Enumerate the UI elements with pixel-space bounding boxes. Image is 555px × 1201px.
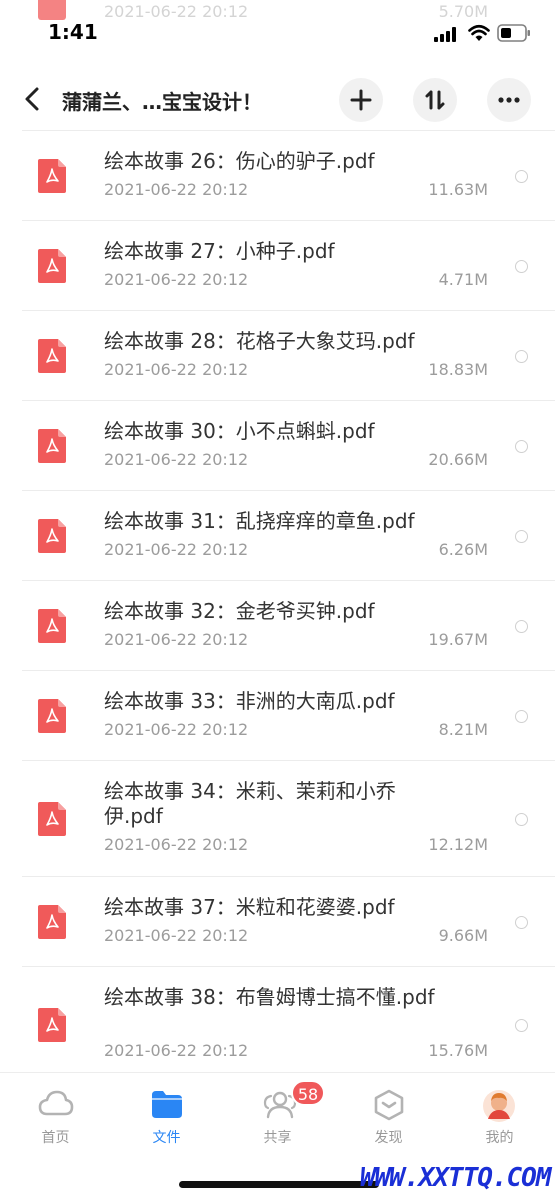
more-dots-icon <box>498 97 520 103</box>
file-size: 11.63M <box>428 180 488 199</box>
file-date: 2021-06-22 20:12 <box>104 630 249 649</box>
more-button[interactable] <box>487 78 531 122</box>
share-count-badge: 58 <box>291 1080 325 1106</box>
select-radio[interactable] <box>515 915 528 929</box>
file-name: 绘本故事 38：布鲁姆博士搞不懂.pdf <box>104 985 435 1009</box>
file-row[interactable]: 绘本故事 27：小种子.pdf 2021-06-22 20:12 4.71M <box>22 220 555 310</box>
file-name: 绘本故事 30：小不点蝌蚪.pdf <box>104 419 375 443</box>
select-radio[interactable] <box>515 349 528 363</box>
file-name: 绘本故事 32：金老爷买钟.pdf <box>104 599 375 623</box>
select-radio[interactable] <box>515 529 528 543</box>
tab-label: 首页 <box>41 1130 70 1146</box>
tab-label: 我的 <box>485 1130 514 1146</box>
pdf-icon <box>38 0 66 20</box>
file-name: 绘本故事 33：非洲的大南瓜.pdf <box>104 689 395 713</box>
file-name: 绘本故事 37：米粒和花婆婆.pdf <box>104 895 395 919</box>
file-date: 2021-06-22 20:12 <box>104 180 249 199</box>
file-size: 20.66M <box>428 450 488 469</box>
file-date: 2021-06-22 20:12 <box>104 835 249 854</box>
cellular-signal-icon <box>434 27 456 42</box>
file-name: 绘本故事 34：米莉、茉莉和小乔伊.pdf <box>104 779 396 828</box>
status-bar: 1:41 <box>0 18 555 52</box>
back-arrow-icon[interactable] <box>20 84 46 114</box>
file-date: 2021-06-22 20:12 <box>104 1041 249 1060</box>
tab-label: 共享 <box>263 1130 292 1146</box>
select-radio[interactable] <box>515 259 528 273</box>
pdf-icon <box>38 338 66 373</box>
folder-title: 蒲蒲兰、…宝宝设计！ <box>62 90 262 114</box>
navigation-bar: 蒲蒲兰、…宝宝设计！ <box>0 72 555 128</box>
file-date: 2021-06-22 20:12 <box>104 450 249 469</box>
sort-button[interactable] <box>413 78 457 122</box>
battery-icon <box>497 24 530 42</box>
pdf-icon <box>38 158 66 193</box>
file-row[interactable]: 绘本故事 38：布鲁姆博士搞不懂.pdf 2021-06-22 20:12 15.7… <box>22 966 555 1082</box>
tab-label: 文件 <box>152 1130 181 1146</box>
avatar <box>483 1090 515 1122</box>
pdf-icon <box>38 1007 66 1042</box>
select-radio[interactable] <box>515 812 528 826</box>
pdf-icon <box>38 248 66 283</box>
file-row[interactable]: 绘本故事 37：米粒和花婆婆.pdf 2021-06-22 20:12 9.66M <box>22 876 555 966</box>
tab-files[interactable]: 文件 <box>111 1073 222 1153</box>
cloud-icon <box>38 1090 74 1116</box>
pdf-icon <box>38 801 66 836</box>
folder-icon <box>152 1091 182 1118</box>
pdf-icon <box>38 904 66 939</box>
file-date: 2021-06-22 20:12 <box>104 720 249 739</box>
plus-icon <box>350 89 372 111</box>
file-row[interactable]: 绘本故事 30：小不点蝌蚪.pdf 2021-06-22 20:12 20.66M <box>22 400 555 490</box>
file-size: 9.66M <box>438 926 488 945</box>
pdf-icon <box>38 518 66 553</box>
pdf-icon <box>38 428 66 463</box>
file-row[interactable]: 绘本故事 32：金老爷买钟.pdf 2021-06-22 20:12 19.67M <box>22 580 555 670</box>
file-size: 4.71M <box>438 270 488 289</box>
file-date: 2021-06-22 20:12 <box>104 270 249 289</box>
file-row[interactable]: 绘本故事 28：花格子大象艾玛.pdf 2021-06-22 20:12 18.83… <box>22 310 555 400</box>
pdf-icon <box>38 698 66 733</box>
select-radio[interactable] <box>515 439 528 453</box>
file-row[interactable]: 绘本故事 31：乱挠痒痒的章鱼.pdf 2021-06-22 20:12 6.26M <box>22 490 555 580</box>
file-size: 8.21M <box>438 720 488 739</box>
file-name: 绘本故事 26：伤心的驴子.pdf <box>104 149 375 173</box>
select-radio[interactable] <box>515 709 528 723</box>
file-size: 15.76M <box>428 1041 488 1060</box>
file-row[interactable]: 绘本故事 26：伤心的驴子.pdf 2021-06-22 20:12 11.63M <box>22 130 555 220</box>
select-radio[interactable] <box>515 169 528 183</box>
tab-discover[interactable]: 发现 <box>333 1073 444 1153</box>
pdf-icon <box>38 608 66 643</box>
tab-label: 发现 <box>374 1130 403 1146</box>
tab-me[interactable]: 我的 <box>444 1073 555 1153</box>
select-radio[interactable] <box>515 619 528 633</box>
add-button[interactable] <box>339 78 383 122</box>
select-radio[interactable] <box>515 1018 528 1032</box>
sort-arrows-icon <box>425 90 445 110</box>
file-date: 2021-06-22 20:12 <box>104 926 249 945</box>
cube-icon <box>374 1089 404 1121</box>
file-date: 2021-06-22 20:12 <box>104 360 249 379</box>
watermark: WWW.XXTTQ.COM <box>360 1163 551 1193</box>
tab-home[interactable]: 首页 <box>0 1073 111 1153</box>
file-list: 绘本故事 26：伤心的驴子.pdf 2021-06-22 20:12 11.63M 绘… <box>22 130 555 1082</box>
file-size: 6.26M <box>438 540 488 559</box>
file-size: 12.12M <box>428 835 488 854</box>
file-size: 19.67M <box>428 630 488 649</box>
file-name: 绘本故事 27：小种子.pdf <box>104 239 335 263</box>
file-name: 绘本故事 28：花格子大象艾玛.pdf <box>104 329 415 353</box>
file-row[interactable]: 绘本故事 33：非洲的大南瓜.pdf 2021-06-22 20:12 8.21M <box>22 670 555 760</box>
home-indicator[interactable] <box>179 1181 379 1188</box>
file-date: 2021-06-22 20:12 <box>104 540 249 559</box>
wifi-icon <box>468 24 490 41</box>
file-name: 绘本故事 31：乱挠痒痒的章鱼.pdf <box>104 509 415 533</box>
file-row[interactable]: 绘本故事 34：米莉、茉莉和小乔伊.pdf 2021-06-22 20:12 12.… <box>22 760 555 876</box>
file-size: 18.83M <box>428 360 488 379</box>
status-time: 1:41 <box>48 20 98 44</box>
